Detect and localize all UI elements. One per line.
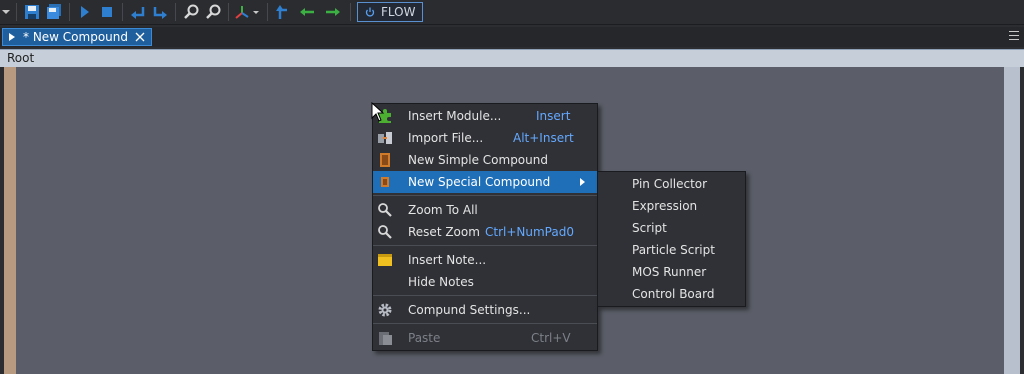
menu-separator [373,245,597,246]
context-menu: Insert Module... Insert Import File... A… [372,103,598,351]
menu-item-hide-notes[interactable]: Hide Notes [373,271,597,293]
toolbar-separator [122,3,123,21]
run-icon[interactable] [74,1,96,23]
zoom-in-icon[interactable] [180,1,202,23]
menu-separator [373,295,597,296]
menu-item-label: Zoom To All [408,203,478,217]
flow-label: FLOW [381,5,416,19]
submenu-item-expression[interactable]: Expression [598,195,745,217]
menu-item-label: Hide Notes [408,275,474,289]
breadcrumb[interactable]: Root [0,49,1024,67]
menu-item-label: Insert Module... [408,109,502,123]
menu-separator [373,195,597,196]
tab-bar: * New Compound [0,27,1024,47]
menu-item-new-special-compound[interactable]: New Special Compound [373,171,597,193]
menu-item-label: Paste [408,331,441,345]
undo-icon[interactable] [127,1,149,23]
menu-item-import-file[interactable]: Import File... Alt+Insert [373,127,597,149]
flow-button[interactable]: FLOW [357,2,424,22]
submenu-item-script[interactable]: Script [598,217,745,239]
tab-label: * New Compound [23,30,128,44]
menu-item-zoom-to-all[interactable]: Zoom To All [373,199,597,221]
tab-new-compound[interactable]: * New Compound [2,28,152,46]
go-up-icon[interactable] [272,1,294,23]
power-icon [365,7,375,17]
toolbar-separator [350,3,351,21]
stop-icon[interactable] [96,1,118,23]
menu-separator [373,323,597,324]
toolbar-separator [69,3,70,21]
forward-icon[interactable] [320,1,346,23]
menu-item-paste[interactable]: Paste Ctrl+V [373,327,597,349]
save-all-icon[interactable] [43,1,65,23]
gear-icon [378,303,392,317]
canvas-left-border [4,67,16,374]
special-compound-icon [381,177,389,187]
zoom-out-icon[interactable] [202,1,224,23]
special-compound-submenu: Pin Collector Expression Script Particle… [597,171,746,307]
main-toolbar: FLOW [0,0,1024,25]
menu-item-label: Insert Note... [408,253,487,267]
menu-item-reset-zoom[interactable]: Reset Zoom Ctrl+NumPad0 [373,221,597,243]
menu-item-shortcut: Insert [536,109,571,123]
note-icon [378,254,392,266]
paste-icon [379,332,392,345]
dropdown-arrow-icon[interactable] [0,1,12,23]
menu-item-label: New Simple Compound [408,153,548,167]
toolbar-separator [16,3,17,21]
submenu-item-particle-script[interactable]: Particle Script [598,239,745,261]
tab-play-icon [9,33,15,41]
menu-item-new-simple-compound[interactable]: New Simple Compound [373,149,597,171]
menu-item-label: Import File... [408,131,484,145]
menu-item-shortcut: Ctrl+V [531,331,571,345]
menu-item-insert-note[interactable]: Insert Note... [373,249,597,271]
menu-item-label: New Special Compound [408,175,551,189]
submenu-item-mos-runner[interactable]: MOS Runner [598,261,745,283]
redo-icon[interactable] [149,1,171,23]
import-file-icon [378,132,392,144]
menu-item-insert-module[interactable]: Insert Module... Insert [373,105,597,127]
toolbar-separator [267,3,268,21]
back-icon[interactable] [294,1,320,23]
canvas-right-border [1004,67,1020,374]
tab-menu-icon[interactable] [1009,31,1019,43]
submenu-item-control-board[interactable]: Control Board [598,283,745,305]
toolbar-separator [228,3,229,21]
save-icon[interactable] [21,1,43,23]
zoom-reset-icon [378,225,392,239]
submenu-arrow-icon [580,178,585,186]
submenu-item-pin-collector[interactable]: Pin Collector [598,173,745,195]
toolbar-separator [175,3,176,21]
menu-item-shortcut: Ctrl+NumPad0 [485,225,574,239]
menu-item-label: Compund Settings... [408,303,531,317]
mouse-cursor-icon [371,102,385,122]
menu-item-label: Reset Zoom [408,225,480,239]
menu-item-shortcut: Alt+Insert [513,131,574,145]
zoom-icon [378,203,392,217]
close-icon[interactable] [133,30,147,44]
compound-icon [380,153,390,167]
axis-icon[interactable] [233,1,263,23]
menu-item-compound-settings[interactable]: Compund Settings... [373,299,597,321]
